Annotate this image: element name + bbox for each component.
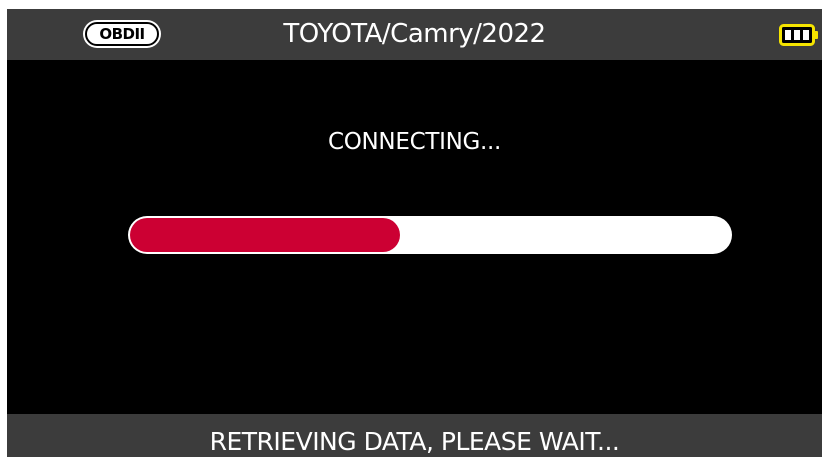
footer-message: RETRIEVING DATA, PLEASE WAIT... <box>7 414 822 457</box>
header-bar: OBDII TOYOTA/Camry/2022 <box>7 9 822 60</box>
progress-bar <box>128 216 732 254</box>
vehicle-title: TOYOTA/Camry/2022 <box>283 19 546 49</box>
progress-bar-fill <box>130 218 400 252</box>
connection-status-text: CONNECTING... <box>327 129 502 155</box>
device-screen: OBDII TOYOTA/Camry/2022 CONNECTING... RE… <box>7 9 822 457</box>
battery-full-icon <box>779 23 819 47</box>
obd-connection-badge: OBDII <box>85 22 159 46</box>
